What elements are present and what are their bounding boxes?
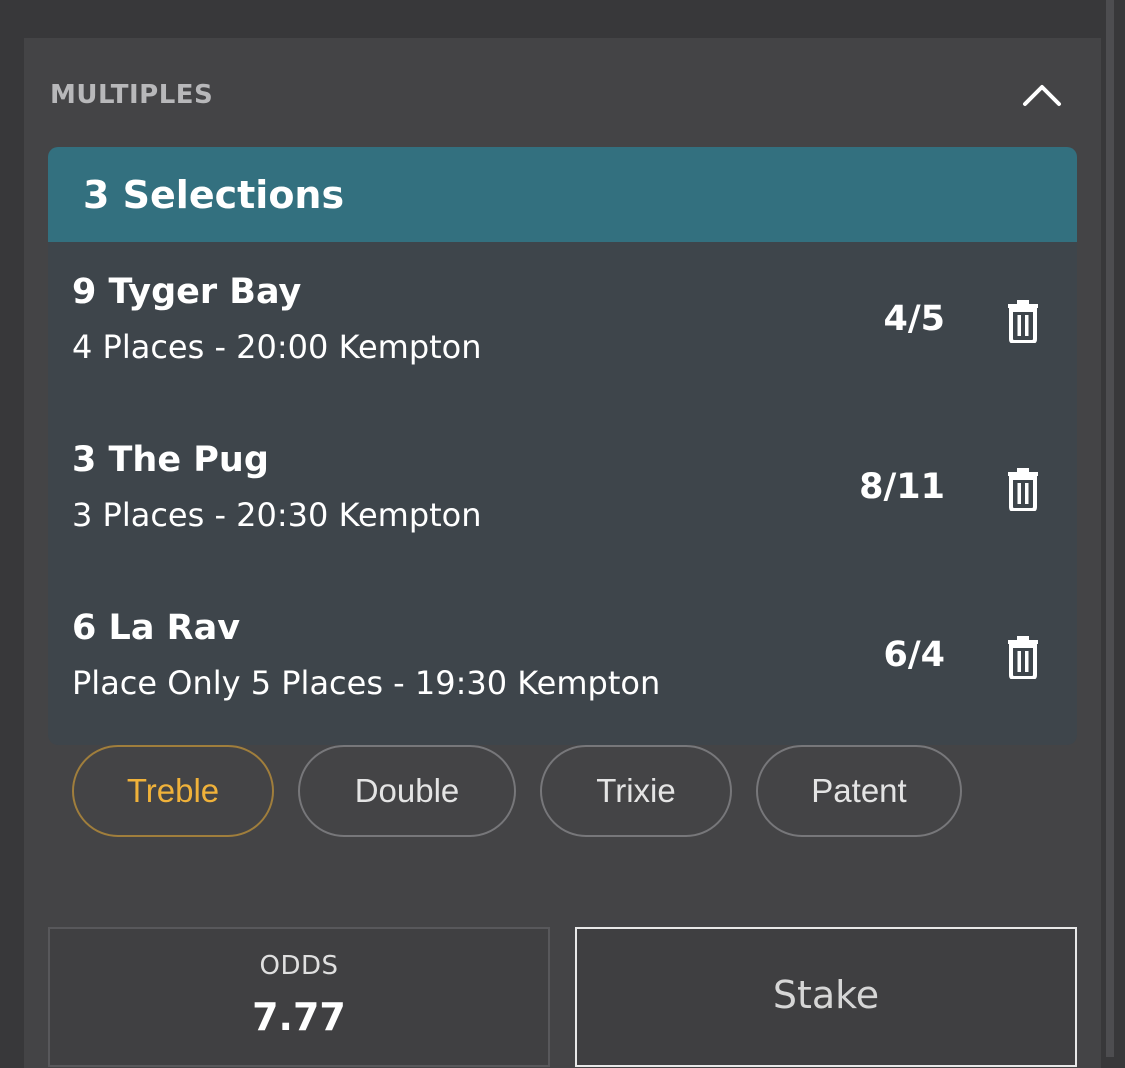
selections-header: 3 Selections (48, 147, 1077, 242)
selection-details: 4 Places - 20:00 Kempton (72, 328, 482, 366)
multiples-panel: MULTIPLES 3 Selections 9 Tyger Bay 4 Pla… (24, 38, 1101, 1068)
trash-icon[interactable] (1003, 634, 1043, 680)
trash-icon[interactable] (1003, 466, 1043, 512)
selection-odds: 6/4 (883, 635, 946, 675)
stake-input[interactable]: Stake (575, 927, 1077, 1067)
selection-odds: 8/11 (859, 467, 945, 507)
section-title: MULTIPLES (50, 80, 214, 110)
panel-header: MULTIPLES (50, 74, 1070, 116)
odds-value: 7.77 (252, 995, 346, 1039)
selections-card: 3 Selections 9 Tyger Bay 4 Places - 20:0… (48, 147, 1077, 745)
bet-type-double[interactable]: Double (298, 745, 516, 837)
odds-display: ODDS 7.77 (48, 927, 550, 1067)
selection-details: 3 Places - 20:30 Kempton (72, 496, 482, 534)
odds-label: ODDS (259, 951, 339, 981)
selection-details: Place Only 5 Places - 19:30 Kempton (72, 664, 661, 702)
trash-icon[interactable] (1003, 298, 1043, 344)
stake-placeholder: Stake (772, 973, 880, 1017)
selection-row: 6 La Rav Place Only 5 Places - 19:30 Kem… (48, 578, 1077, 745)
selection-name: 6 La Rav (72, 608, 241, 648)
bet-type-trixie[interactable]: Trixie (540, 745, 732, 837)
selection-row: 3 The Pug 3 Places - 20:30 Kempton 8/11 (48, 410, 1077, 578)
selections-count: 3 Selections (83, 172, 345, 217)
scrollbar[interactable] (1106, 0, 1114, 1057)
selection-name: 3 The Pug (72, 440, 269, 480)
selection-odds: 4/5 (883, 299, 946, 339)
selection-row: 9 Tyger Bay 4 Places - 20:00 Kempton 4/5 (48, 242, 1077, 410)
bet-type-patent[interactable]: Patent (756, 745, 962, 837)
chevron-up-icon[interactable] (1020, 73, 1064, 117)
bet-type-treble[interactable]: Treble (72, 745, 274, 837)
selection-name: 9 Tyger Bay (72, 272, 302, 312)
